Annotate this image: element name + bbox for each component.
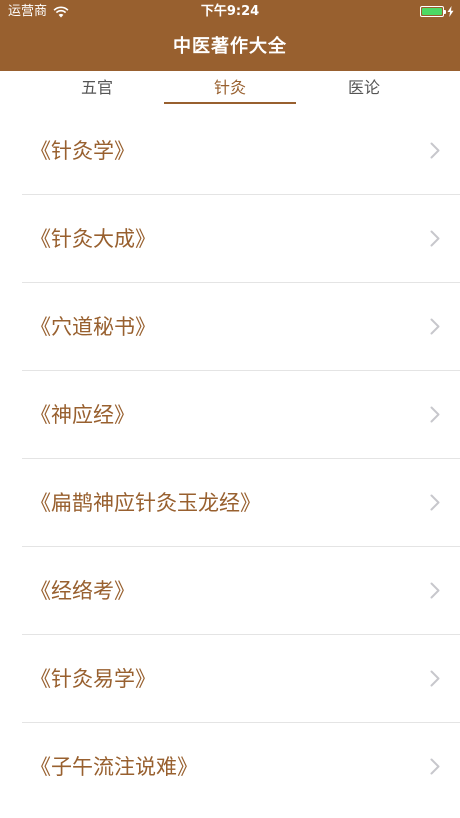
list-item-label: 《针灸大成》 (30, 227, 156, 251)
list-item-label: 《神应经》 (30, 403, 135, 427)
page-title: 中医著作大全 (173, 36, 287, 57)
tab-yilun[interactable]: 医论 (297, 71, 431, 107)
chevron-right-icon (430, 318, 440, 335)
header-bar: 运营商 下午9:24 中医著作大全 (0, 0, 460, 71)
list-item[interactable]: 《经络考》 (22, 547, 460, 635)
list-item-label: 《经络考》 (30, 579, 135, 603)
tab-wuguan[interactable]: 五官 (30, 71, 164, 107)
chevron-right-icon (430, 230, 440, 247)
list-item-label: 《扁鹊神应针灸玉龙经》 (30, 491, 261, 515)
list-item[interactable]: 《扁鹊神应针灸玉龙经》 (22, 459, 460, 547)
chevron-right-icon (430, 582, 440, 599)
list-item[interactable]: 《针灸易学》 (22, 635, 460, 723)
list-item[interactable]: 《神应经》 (22, 371, 460, 459)
list-item[interactable]: 《子午流注说难》 (22, 723, 460, 811)
chevron-right-icon (430, 142, 440, 159)
book-list: 《针灸学》 《针灸大成》 《穴道秘书》 《神应经》 《扁鹊神应针灸玉龙经》 《经… (0, 107, 460, 811)
list-item-label: 《子午流注说难》 (30, 755, 198, 779)
category-tabs: 五官 针灸 医论 (0, 71, 460, 107)
battery-fill (422, 8, 442, 15)
battery-group (420, 6, 454, 17)
list-item-label: 《针灸学》 (30, 139, 135, 163)
active-tab-indicator (164, 102, 296, 104)
list-item[interactable]: 《针灸学》 (22, 107, 460, 195)
list-item[interactable]: 《针灸大成》 (22, 195, 460, 283)
chevron-right-icon (430, 406, 440, 423)
chevron-right-icon (430, 494, 440, 511)
chevron-right-icon (430, 758, 440, 775)
status-bar: 运营商 下午9:24 (0, 0, 460, 24)
list-item[interactable]: 《穴道秘书》 (22, 283, 460, 371)
chevron-right-icon (430, 670, 440, 687)
charging-icon (447, 6, 454, 17)
battery-icon (420, 6, 446, 17)
status-time: 下午9:24 (200, 4, 260, 19)
list-item-label: 《穴道秘书》 (30, 315, 156, 339)
list-item-label: 《针灸易学》 (30, 667, 156, 691)
